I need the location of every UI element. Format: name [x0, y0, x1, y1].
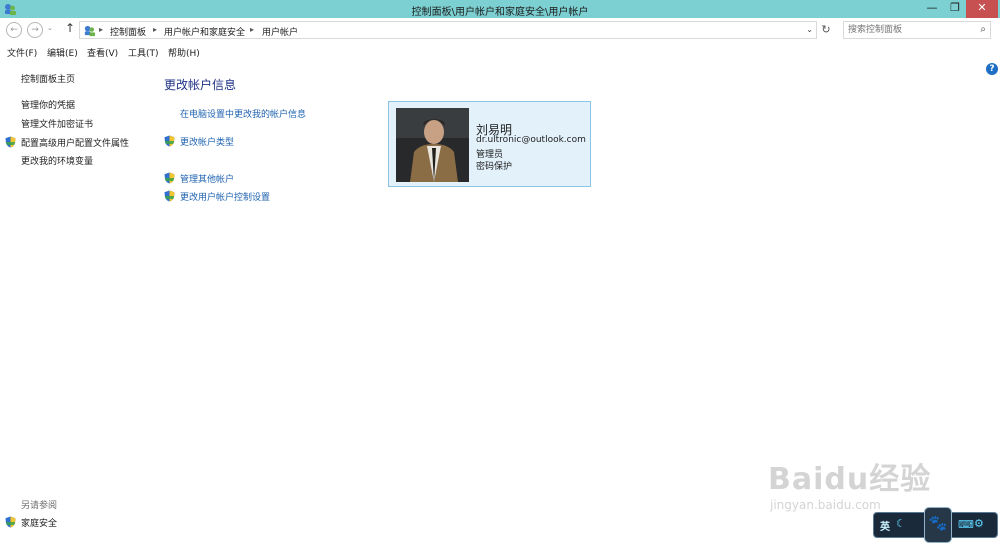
manage-credentials-link[interactable]: 管理你的凭据: [21, 98, 75, 111]
search-icon[interactable]: ⌕: [980, 24, 986, 35]
ime-moon-icon[interactable]: ☾: [896, 517, 906, 530]
uac-shield-icon: [164, 190, 175, 202]
breadcrumb-separator[interactable]: ▸: [250, 25, 254, 34]
title-bar: 控制面板\用户帐户和家庭安全\用户帐户 — ❐ ✕: [0, 0, 1000, 18]
up-button[interactable]: ↑: [62, 21, 78, 39]
control-panel-icon: [84, 25, 96, 37]
ime-language-toggle[interactable]: 英: [880, 518, 890, 533]
change-environment-variables-link[interactable]: 更改我的环境变量: [21, 154, 93, 167]
breadcrumb-separator[interactable]: ▸: [99, 25, 103, 34]
menu-bar: 文件(F) 编辑(E) 查看(V) 工具(T) 帮助(H): [0, 44, 1000, 61]
control-panel-home-link[interactable]: 控制面板主页: [21, 72, 75, 85]
account-picture[interactable]: [396, 108, 469, 182]
refresh-button[interactable]: ↻: [818, 21, 834, 39]
recent-pages-dropdown[interactable]: ⌄: [47, 24, 53, 32]
address-bar[interactable]: ▸ 控制面板 ▸ 用户帐户和家庭安全 ▸ 用户帐户 ⌄: [79, 21, 817, 39]
ime-settings-icon[interactable]: ⚙: [974, 517, 984, 530]
see-also-heading: 另请参阅: [21, 501, 58, 511]
menu-tools[interactable]: 工具(T): [128, 46, 159, 59]
change-account-type-link[interactable]: 更改帐户类型: [180, 135, 234, 148]
breadcrumb-user-accounts-family-safety[interactable]: 用户帐户和家庭安全: [164, 25, 245, 38]
account-email: dr.ultronic@outlook.com: [476, 135, 586, 145]
family-safety-link[interactable]: 家庭安全: [21, 516, 57, 529]
ime-paw-icon[interactable]: 🐾: [924, 507, 952, 543]
watermark-url: jingyan.baidu.com: [770, 498, 881, 512]
address-row: ← → ⌄ ↑ ▸ 控制面板 ▸ 用户帐户和家庭安全 ▸ 用户帐户 ⌄ ↻ ⌕: [0, 18, 1000, 42]
forward-button[interactable]: →: [27, 22, 43, 38]
menu-help[interactable]: 帮助(H): [168, 46, 200, 59]
window-title: 控制面板\用户帐户和家庭安全\用户帐户: [411, 7, 589, 18]
baidu-watermark: Baidu经验 jingyan.baidu.com: [768, 454, 931, 512]
menu-edit[interactable]: 编辑(E): [47, 46, 78, 59]
breadcrumb-control-panel[interactable]: 控制面板: [110, 25, 146, 38]
maximize-button[interactable]: ❐: [944, 0, 966, 18]
breadcrumb-user-accounts[interactable]: 用户帐户: [262, 25, 298, 38]
page-title: 更改帐户信息: [164, 78, 237, 92]
manage-encryption-certificates-link[interactable]: 管理文件加密证书: [21, 117, 93, 130]
search-box[interactable]: ⌕: [843, 21, 991, 39]
change-account-in-pc-settings-link[interactable]: 在电脑设置中更改我的帐户信息: [180, 107, 306, 120]
uac-shield-icon: [164, 135, 175, 147]
ime-keyboard-icon[interactable]: ⌨: [958, 518, 974, 531]
watermark-text: Baidu经验: [768, 462, 932, 497]
advanced-profile-properties-link[interactable]: 配置高级用户配置文件属性: [21, 136, 129, 149]
manage-other-accounts-link[interactable]: 管理其他帐户: [180, 172, 234, 185]
ime-toolbar[interactable]: 英 ☾ 🐾 ⌨ ⚙: [873, 507, 998, 543]
search-input[interactable]: [848, 23, 968, 37]
back-button[interactable]: ←: [6, 22, 22, 38]
breadcrumb-separator[interactable]: ▸: [153, 25, 157, 34]
menu-file[interactable]: 文件(F): [7, 46, 37, 59]
change-uac-settings-link[interactable]: 更改用户帐户控制设置: [180, 190, 270, 203]
address-history-dropdown[interactable]: ⌄: [806, 25, 813, 34]
uac-shield-icon: [5, 136, 16, 148]
help-icon[interactable]: ?: [986, 63, 998, 75]
uac-shield-icon: [164, 172, 175, 184]
account-protection-status: 密码保护: [476, 162, 513, 172]
minimize-button[interactable]: —: [921, 0, 943, 18]
close-button[interactable]: ✕: [966, 0, 998, 18]
account-card: 刘易明 dr.ultronic@outlook.com 管理员 密码保护: [388, 101, 591, 187]
uac-shield-icon: [5, 516, 16, 528]
menu-view[interactable]: 查看(V): [87, 46, 118, 59]
